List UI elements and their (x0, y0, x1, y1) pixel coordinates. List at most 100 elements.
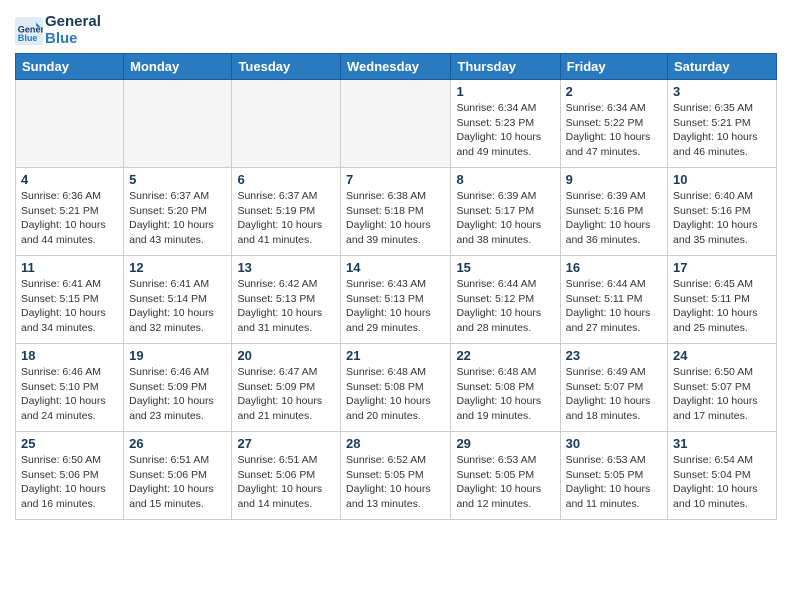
calendar-cell: 9 Sunrise: 6:39 AM Sunset: 5:16 PM Daylig… (560, 168, 667, 256)
day-info: Sunrise: 6:52 AM Sunset: 5:05 PM Dayligh… (346, 453, 445, 512)
calendar-cell: 5Sunrise: 6:37 AM Sunset: 5:20 PM Daylig… (124, 168, 232, 256)
day-number: 28 (346, 436, 445, 451)
day-info: Sunrise: 6:48 AM Sunset: 5:08 PM Dayligh… (346, 365, 445, 424)
day-info: Sunrise: 6:41 AM Sunset: 5:15 PM Dayligh… (21, 277, 118, 336)
day-number: 26 (129, 436, 226, 451)
day-info: Sunrise: 6:53 AM Sunset: 5:05 PM Dayligh… (456, 453, 554, 512)
calendar-cell: 20 Sunrise: 6:47 AM Sunset: 5:09 PM Dayli… (232, 344, 341, 432)
day-number: 9 (566, 172, 662, 187)
calendar-cell: 22 Sunrise: 6:48 AM Sunset: 5:08 PM Dayli… (451, 344, 560, 432)
day-info: Sunrise: 6:42 AM Sunset: 5:13 PM Dayligh… (237, 277, 335, 336)
calendar-cell: 25 Sunrise: 6:50 AM Sunset: 5:06 PM Dayli… (16, 432, 124, 520)
day-info: Sunrise: 6:46 AM Sunset: 5:10 PM Dayligh… (21, 365, 118, 424)
logo-text-general: General (45, 14, 101, 31)
day-number: 25 (21, 436, 118, 451)
calendar-cell: 30Sunrise: 6:53 AM Sunset: 5:05 PM Dayli… (560, 432, 667, 520)
day-info: Sunrise: 6:43 AM Sunset: 5:13 PM Dayligh… (346, 277, 445, 336)
calendar-header-thursday: Thursday (451, 54, 560, 80)
calendar-cell: 12 Sunrise: 6:41 AM Sunset: 5:14 PM Dayli… (124, 256, 232, 344)
calendar-cell: 6 Sunrise: 6:37 AM Sunset: 5:19 PM Daylig… (232, 168, 341, 256)
calendar-header-row: SundayMondayTuesdayWednesdayThursdayFrid… (16, 54, 777, 80)
calendar-cell: 31Sunrise: 6:54 AM Sunset: 5:04 PM Dayli… (668, 432, 777, 520)
day-info: Sunrise: 6:37 AM Sunset: 5:19 PM Dayligh… (237, 189, 335, 248)
day-info: Sunrise: 6:51 AM Sunset: 5:06 PM Dayligh… (237, 453, 335, 512)
day-number: 12 (129, 260, 226, 275)
day-number: 11 (21, 260, 118, 275)
day-info: Sunrise: 6:48 AM Sunset: 5:08 PM Dayligh… (456, 365, 554, 424)
day-number: 29 (456, 436, 554, 451)
calendar-header-saturday: Saturday (668, 54, 777, 80)
day-info: Sunrise: 6:40 AM Sunset: 5:16 PM Dayligh… (673, 189, 771, 248)
calendar-header-sunday: Sunday (16, 54, 124, 80)
day-number: 30 (566, 436, 662, 451)
calendar-week-row-1: 1Sunrise: 6:34 AM Sunset: 5:23 PM Daylig… (16, 80, 777, 168)
day-number: 15 (456, 260, 554, 275)
calendar-cell: 17 Sunrise: 6:45 AM Sunset: 5:11 PM Dayli… (668, 256, 777, 344)
calendar-cell (124, 80, 232, 168)
day-info: Sunrise: 6:49 AM Sunset: 5:07 PM Dayligh… (566, 365, 662, 424)
calendar-cell: 13 Sunrise: 6:42 AM Sunset: 5:13 PM Dayli… (232, 256, 341, 344)
calendar-cell: 1Sunrise: 6:34 AM Sunset: 5:23 PM Daylig… (451, 80, 560, 168)
day-number: 7 (346, 172, 445, 187)
calendar-cell: 7Sunrise: 6:38 AM Sunset: 5:18 PM Daylig… (341, 168, 451, 256)
day-number: 13 (237, 260, 335, 275)
day-info: Sunrise: 6:41 AM Sunset: 5:14 PM Dayligh… (129, 277, 226, 336)
calendar-week-row-4: 18 Sunrise: 6:46 AM Sunset: 5:10 PM Dayli… (16, 344, 777, 432)
day-number: 17 (673, 260, 771, 275)
day-info: Sunrise: 6:39 AM Sunset: 5:16 PM Dayligh… (566, 189, 662, 248)
calendar-header-wednesday: Wednesday (341, 54, 451, 80)
calendar-week-row-5: 25 Sunrise: 6:50 AM Sunset: 5:06 PM Dayli… (16, 432, 777, 520)
calendar-header-friday: Friday (560, 54, 667, 80)
day-info: Sunrise: 6:47 AM Sunset: 5:09 PM Dayligh… (237, 365, 335, 424)
calendar-cell: 16 Sunrise: 6:44 AM Sunset: 5:11 PM Dayli… (560, 256, 667, 344)
calendar-table: SundayMondayTuesdayWednesdayThursdayFrid… (15, 53, 777, 520)
calendar-cell: 14 Sunrise: 6:43 AM Sunset: 5:13 PM Dayli… (341, 256, 451, 344)
calendar-week-row-3: 11 Sunrise: 6:41 AM Sunset: 5:15 PM Dayli… (16, 256, 777, 344)
header: General Blue General Blue (15, 10, 777, 47)
logo-text-blue: Blue (45, 31, 101, 48)
day-info: Sunrise: 6:44 AM Sunset: 5:12 PM Dayligh… (456, 277, 554, 336)
calendar-cell: 24Sunrise: 6:50 AM Sunset: 5:07 PM Dayli… (668, 344, 777, 432)
calendar-cell: 8Sunrise: 6:39 AM Sunset: 5:17 PM Daylig… (451, 168, 560, 256)
day-number: 3 (673, 84, 771, 99)
day-number: 2 (566, 84, 662, 99)
day-info: Sunrise: 6:34 AM Sunset: 5:22 PM Dayligh… (566, 101, 662, 160)
day-number: 21 (346, 348, 445, 363)
calendar-cell (16, 80, 124, 168)
day-info: Sunrise: 6:46 AM Sunset: 5:09 PM Dayligh… (129, 365, 226, 424)
day-number: 31 (673, 436, 771, 451)
day-info: Sunrise: 6:44 AM Sunset: 5:11 PM Dayligh… (566, 277, 662, 336)
day-info: Sunrise: 6:50 AM Sunset: 5:07 PM Dayligh… (673, 365, 771, 424)
calendar-header-monday: Monday (124, 54, 232, 80)
day-number: 23 (566, 348, 662, 363)
day-number: 20 (237, 348, 335, 363)
page: General Blue General Blue SundayMondayTu… (0, 0, 792, 535)
calendar-cell: 28 Sunrise: 6:52 AM Sunset: 5:05 PM Dayli… (341, 432, 451, 520)
day-info: Sunrise: 6:39 AM Sunset: 5:17 PM Dayligh… (456, 189, 554, 248)
calendar-cell: 18 Sunrise: 6:46 AM Sunset: 5:10 PM Dayli… (16, 344, 124, 432)
day-number: 16 (566, 260, 662, 275)
calendar-cell: 26Sunrise: 6:51 AM Sunset: 5:06 PM Dayli… (124, 432, 232, 520)
calendar-cell: 27Sunrise: 6:51 AM Sunset: 5:06 PM Dayli… (232, 432, 341, 520)
calendar-cell (341, 80, 451, 168)
calendar-cell: 4Sunrise: 6:36 AM Sunset: 5:21 PM Daylig… (16, 168, 124, 256)
day-number: 4 (21, 172, 118, 187)
day-number: 6 (237, 172, 335, 187)
day-info: Sunrise: 6:37 AM Sunset: 5:20 PM Dayligh… (129, 189, 226, 248)
calendar-cell: 11 Sunrise: 6:41 AM Sunset: 5:15 PM Dayli… (16, 256, 124, 344)
day-number: 19 (129, 348, 226, 363)
calendar-cell (232, 80, 341, 168)
calendar-cell: 15 Sunrise: 6:44 AM Sunset: 5:12 PM Dayli… (451, 256, 560, 344)
day-number: 18 (21, 348, 118, 363)
day-number: 22 (456, 348, 554, 363)
calendar-cell: 23 Sunrise: 6:49 AM Sunset: 5:07 PM Dayli… (560, 344, 667, 432)
day-number: 14 (346, 260, 445, 275)
calendar-cell: 21 Sunrise: 6:48 AM Sunset: 5:08 PM Dayli… (341, 344, 451, 432)
day-info: Sunrise: 6:50 AM Sunset: 5:06 PM Dayligh… (21, 453, 118, 512)
day-info: Sunrise: 6:35 AM Sunset: 5:21 PM Dayligh… (673, 101, 771, 160)
day-info: Sunrise: 6:34 AM Sunset: 5:23 PM Dayligh… (456, 101, 554, 160)
calendar-week-row-2: 4Sunrise: 6:36 AM Sunset: 5:21 PM Daylig… (16, 168, 777, 256)
day-info: Sunrise: 6:45 AM Sunset: 5:11 PM Dayligh… (673, 277, 771, 336)
logo: General Blue General Blue (15, 14, 101, 47)
logo-icon: General Blue (15, 17, 43, 45)
